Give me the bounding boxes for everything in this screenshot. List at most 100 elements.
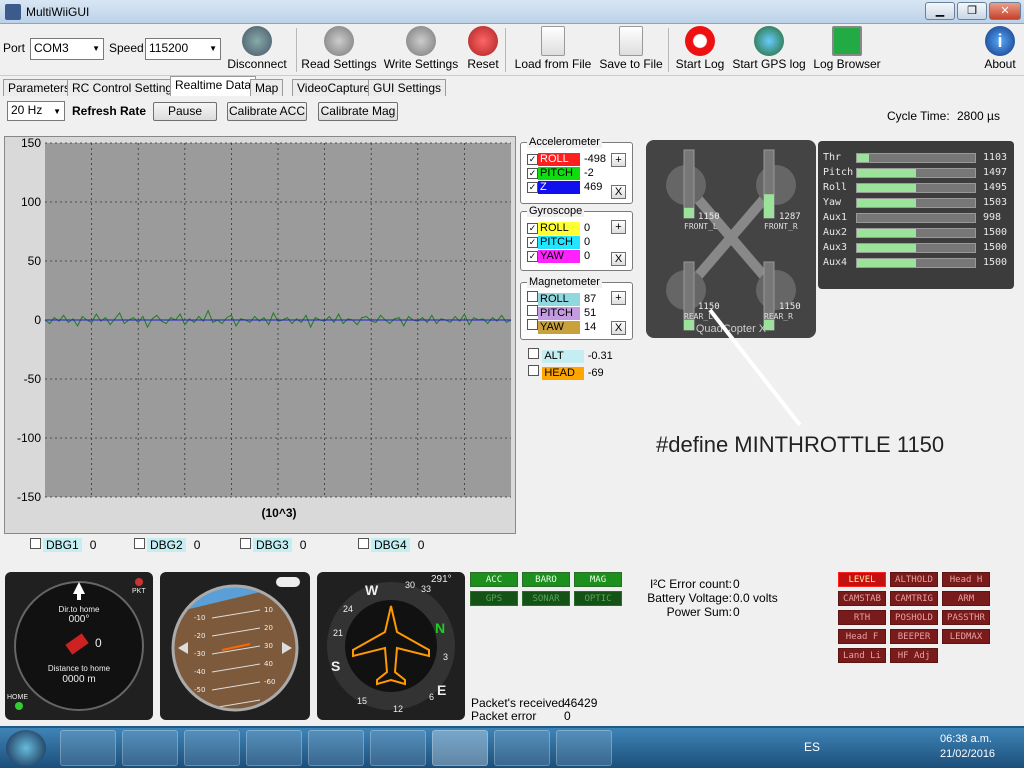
gear-icon	[324, 26, 354, 56]
speed-label: Speed	[109, 41, 144, 55]
ladder-label: -60	[264, 678, 275, 686]
mode-level[interactable]: LEVEL	[838, 572, 886, 587]
log-browser-button[interactable]: Log Browser	[811, 26, 883, 74]
close-icon[interactable]: X	[611, 252, 626, 266]
word-app[interactable]	[494, 730, 550, 766]
rc-channel-fill	[857, 229, 916, 237]
gyroscope-value: 0	[584, 222, 591, 234]
reset-button[interactable]: Reset	[464, 26, 502, 74]
debug-checkbox[interactable]	[240, 538, 251, 549]
pause-button[interactable]: Pause	[153, 102, 217, 121]
tab-parameters[interactable]: Parameters	[3, 79, 76, 96]
head-checkbox[interactable]	[528, 365, 539, 376]
debug-checkbox[interactable]	[358, 538, 369, 549]
ladder-label: -20	[194, 632, 205, 640]
start-gps-log-button[interactable]: Start GPS log	[731, 26, 807, 74]
close-button[interactable]: ✕	[989, 2, 1021, 20]
maximize-button[interactable]: ❐	[957, 2, 987, 20]
start-log-button[interactable]: Start Log	[673, 26, 727, 74]
compass-west: W	[365, 582, 379, 598]
rc-channel-value: 1500	[983, 227, 1008, 238]
opera-app[interactable]	[184, 730, 240, 766]
start-button[interactable]	[6, 730, 46, 766]
debug-checkbox[interactable]	[30, 538, 41, 549]
disconnect-button[interactable]: Disconnect	[224, 26, 290, 74]
tab-gui-settings[interactable]: GUI Settings	[368, 79, 447, 96]
mode-camtrig[interactable]: CAMTRIG	[890, 591, 938, 606]
save-file-button[interactable]: Save to File	[598, 26, 664, 74]
accelerometer-checkbox[interactable]: ✓	[527, 154, 538, 165]
firefox-app[interactable]	[122, 730, 178, 766]
write-settings-button[interactable]: Write Settings	[382, 26, 460, 74]
accelerometer-checkbox[interactable]: ✓	[527, 182, 538, 193]
calibrate-acc-button[interactable]: Calibrate ACC	[227, 102, 307, 121]
read-settings-button[interactable]: Read Settings	[300, 26, 378, 74]
paint-app[interactable]	[556, 730, 612, 766]
mode-althold[interactable]: ALTHOLD	[890, 572, 938, 587]
multiwii-app[interactable]	[432, 730, 488, 766]
close-icon[interactable]: X	[611, 185, 626, 199]
scale-up-button[interactable]: +	[611, 153, 626, 167]
alt-row: ALT -0.31	[528, 348, 613, 363]
mode-hf-adj[interactable]: HF Adj	[890, 648, 938, 663]
speed-select[interactable]: 115200 ▼	[145, 38, 221, 60]
scale-up-button[interactable]: +	[611, 220, 626, 234]
notes-app[interactable]	[370, 730, 426, 766]
calibrate-mag-button[interactable]: Calibrate Mag	[318, 102, 398, 121]
pkt-led	[135, 578, 143, 586]
battery-value: 0.0 volts	[733, 591, 778, 605]
gyroscope-checkbox[interactable]: ✓	[527, 251, 538, 262]
ladder-label: 60	[194, 704, 203, 712]
rc-channel-bar	[856, 168, 976, 178]
accelerometer-checkbox[interactable]: ✓	[527, 168, 538, 179]
mode-head-h[interactable]: Head H	[942, 572, 990, 587]
mode-passthr[interactable]: PASSTHR	[942, 610, 990, 625]
tab-realtime-data[interactable]: Realtime Data	[170, 76, 257, 96]
mode-beeper[interactable]: BEEPER	[890, 629, 938, 644]
magnetometer-checkbox[interactable]	[527, 319, 538, 330]
gyroscope-checkbox[interactable]: ✓	[527, 237, 538, 248]
gear-icon	[406, 26, 436, 56]
front-left-value: 1150	[698, 212, 720, 222]
i2c-value: 0	[733, 577, 740, 591]
clock-time[interactable]: 06:38 a.m.	[940, 733, 992, 745]
port-select[interactable]: COM3 ▼	[30, 38, 104, 60]
separator	[668, 28, 669, 72]
explorer-app[interactable]	[60, 730, 116, 766]
clock-date[interactable]: 21/02/2016	[940, 748, 995, 760]
mode-head-f[interactable]: Head F	[838, 629, 886, 644]
media-app[interactable]	[246, 730, 302, 766]
mode-ledmax[interactable]: LEDMAX	[942, 629, 990, 644]
graph-svg: 150 100 50 0 -50 -100 -150 (10^3)	[17, 136, 512, 520]
about-button[interactable]: i About	[980, 26, 1020, 74]
magnetometer-checkbox[interactable]	[527, 305, 538, 316]
scale-up-button[interactable]: +	[611, 291, 626, 305]
arduino-app[interactable]	[308, 730, 364, 766]
mode-camstab[interactable]: CAMSTAB	[838, 591, 886, 606]
language-indicator[interactable]: ES	[804, 740, 820, 754]
close-icon[interactable]: X	[611, 321, 626, 335]
magnetometer-checkbox[interactable]	[527, 291, 538, 302]
sat-count: 0	[95, 636, 102, 650]
tab-videocapture[interactable]: VideoCapture	[292, 79, 376, 96]
mode-arm[interactable]: ARM	[942, 591, 990, 606]
tab-map[interactable]: Map	[250, 79, 284, 96]
magnetometer-row: ROLL 87	[527, 291, 596, 306]
debug-checkbox[interactable]	[134, 538, 145, 549]
magnetometer-title: Magnetometer	[527, 276, 602, 288]
plug-icon	[242, 26, 272, 56]
toggle-switch[interactable]	[276, 577, 300, 587]
mode-land-li[interactable]: Land Li	[838, 648, 886, 663]
alt-checkbox[interactable]	[528, 348, 539, 359]
mode-poshold[interactable]: POSHOLD	[890, 610, 938, 625]
magnetometer-label: YAW	[538, 321, 580, 334]
tab-bar: Parameters RC Control Settings Realtime …	[0, 76, 1024, 96]
compass-number: 30	[405, 580, 416, 590]
mode-rth[interactable]: RTH	[838, 610, 886, 625]
speed-value: 115200	[149, 41, 189, 55]
tab-rc-control[interactable]: RC Control Settings	[67, 79, 184, 96]
minimize-button[interactable]: ▁	[925, 2, 955, 20]
gyroscope-checkbox[interactable]: ✓	[527, 223, 538, 234]
load-file-button[interactable]: Load from File	[510, 26, 596, 74]
rate-select[interactable]: 20 Hz ▼	[7, 101, 65, 121]
